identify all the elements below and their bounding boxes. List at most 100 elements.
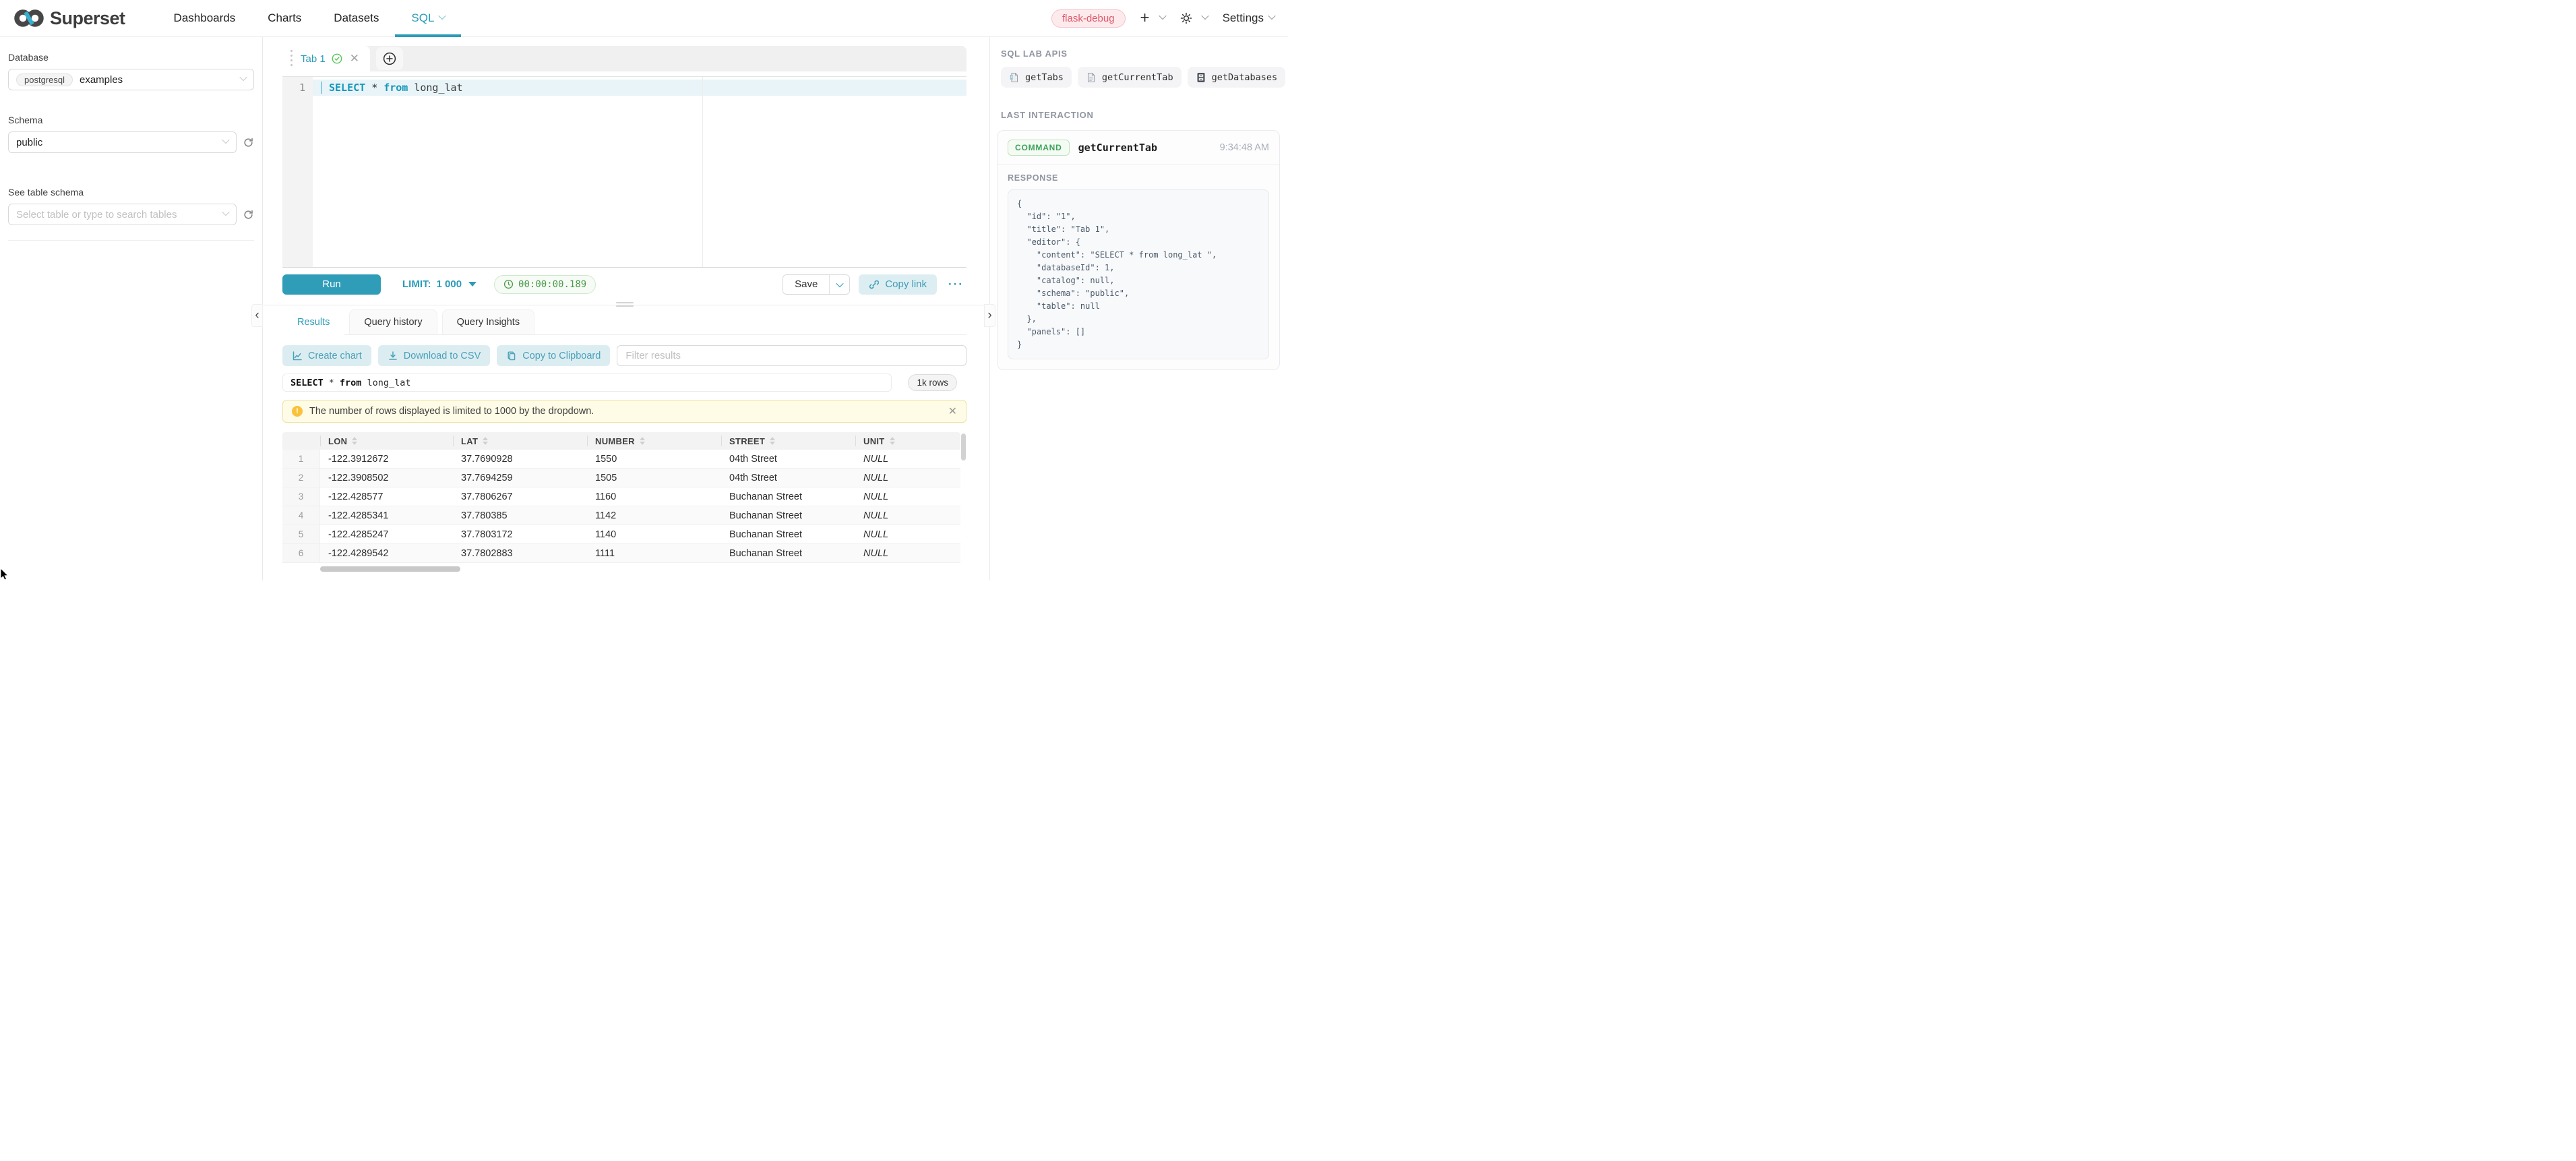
download-csv-button[interactable]: Download to CSV xyxy=(378,345,490,366)
table-cell: NULL xyxy=(855,487,955,506)
sort-icon[interactable] xyxy=(640,437,645,445)
editor-gutter xyxy=(282,77,313,267)
collapse-sidebar-button[interactable]: ‹ xyxy=(251,304,263,327)
text-cursor xyxy=(321,82,322,94)
refresh-icon xyxy=(243,137,254,148)
table-select-placeholder: Select table or type to search tables xyxy=(16,209,177,220)
vertical-scrollbar[interactable] xyxy=(961,434,966,460)
sql-lab-sidebar: Database postgresql examples Schema publ… xyxy=(0,37,263,580)
check-circle-icon xyxy=(332,53,342,64)
row-number: 2 xyxy=(282,469,320,487)
main-nav: Dashboards Charts Datasets SQL xyxy=(158,0,462,37)
caret-down-icon xyxy=(468,282,477,287)
get-databases-button[interactable]: getDatabases xyxy=(1188,67,1286,88)
nav-charts[interactable]: Charts xyxy=(251,0,317,37)
database-select[interactable]: postgresql examples xyxy=(8,69,254,90)
settings-menu[interactable]: Settings xyxy=(1223,11,1275,25)
chevron-down-icon xyxy=(222,136,229,144)
row-number: 1 xyxy=(282,450,320,468)
editor-toolbar: Run LIMIT: 1 000 00:00:00.189 Save xyxy=(282,268,967,301)
theme-toggle-button[interactable] xyxy=(1180,12,1208,24)
copy-link-button[interactable]: Copy link xyxy=(859,274,937,295)
table-schema-label: See table schema xyxy=(8,187,254,198)
tab-query-history[interactable]: Query history xyxy=(349,309,437,334)
column-header-lon[interactable]: LON xyxy=(320,432,453,450)
nav-datasets[interactable]: Datasets xyxy=(317,0,395,37)
column-header-lat[interactable]: LAT xyxy=(453,432,587,450)
chevron-down-icon xyxy=(222,208,229,216)
mouse-cursor xyxy=(0,568,9,580)
row-number: 3 xyxy=(282,487,320,506)
table-row: 4-122.428534137.7803851142Buchanan Stree… xyxy=(282,506,960,525)
response-code-box: { "id": "1", "title": "Tab 1", "editor":… xyxy=(1008,189,1269,359)
card-file-box-icon xyxy=(1196,72,1206,83)
column-header-number[interactable]: NUMBER xyxy=(587,432,721,450)
get-current-tab-button[interactable]: getCurrentTab xyxy=(1078,67,1182,88)
sql-code-editor[interactable]: 1 SELECT*fromlong_lat xyxy=(282,76,967,268)
line-number: 1 xyxy=(282,80,313,96)
results-table: LON LAT NUMBER STREET UNIT 1-122.3912672… xyxy=(282,432,960,563)
editor-tab-1[interactable]: Tab 1 ✕ xyxy=(282,46,370,71)
run-button[interactable]: Run xyxy=(282,274,381,295)
limit-dropdown[interactable]: LIMIT: 1 000 xyxy=(402,278,477,290)
pane-splitter[interactable] xyxy=(282,301,967,309)
sort-icon[interactable] xyxy=(890,437,895,445)
refresh-schemas-button[interactable] xyxy=(243,137,254,148)
splitter-grip-icon[interactable] xyxy=(616,302,634,309)
environment-badge: flask-debug xyxy=(1051,9,1126,28)
new-tab-button[interactable] xyxy=(376,47,403,70)
row-number: 5 xyxy=(282,525,320,543)
last-interaction-card: COMMAND getCurrentTab 9:34:48 AM RESPONS… xyxy=(997,130,1280,370)
row-limit-warning: ! The number of rows displayed is limite… xyxy=(282,400,967,423)
table-cell: 1160 xyxy=(587,487,721,506)
warning-text: The number of rows displayed is limited … xyxy=(309,406,594,417)
table-cell: 1142 xyxy=(587,506,721,525)
table-row: 1-122.391267237.7690928155004th StreetNU… xyxy=(282,450,960,469)
save-button[interactable]: Save xyxy=(783,275,829,294)
sort-icon[interactable] xyxy=(770,437,775,445)
column-header-street[interactable]: STREET xyxy=(721,432,855,450)
superset-logo[interactable]: Superset xyxy=(13,7,125,29)
chevron-down-icon xyxy=(439,12,446,20)
expand-api-panel-button[interactable]: › xyxy=(984,304,995,327)
row-number-header xyxy=(282,432,320,450)
close-tab-icon[interactable]: ✕ xyxy=(350,52,359,65)
sort-icon[interactable] xyxy=(483,437,488,445)
table-cell: NULL xyxy=(855,525,955,543)
content: Database postgresql examples Schema publ… xyxy=(0,37,1288,580)
copy-to-clipboard-button[interactable]: Copy to Clipboard xyxy=(497,345,610,366)
get-tabs-button[interactable]: getTabs xyxy=(1001,67,1072,88)
superset-infinity-icon xyxy=(13,7,44,29)
save-options-button[interactable] xyxy=(829,275,849,294)
sidebar-divider xyxy=(8,240,254,241)
drag-handle-icon[interactable] xyxy=(290,55,293,57)
command-name: getCurrentTab xyxy=(1078,142,1157,154)
refresh-tables-button[interactable] xyxy=(243,209,254,220)
sort-icon[interactable] xyxy=(352,437,357,445)
create-chart-button[interactable]: Create chart xyxy=(282,345,371,366)
print-margin-line xyxy=(702,77,703,267)
tab-results[interactable]: Results xyxy=(282,309,344,335)
nav-sql[interactable]: SQL xyxy=(395,0,461,37)
more-actions-button[interactable]: ··· xyxy=(946,278,967,291)
database-engine-tag: postgresql xyxy=(16,73,73,86)
table-select[interactable]: Select table or type to search tables xyxy=(8,204,237,225)
table-cell: Buchanan Street xyxy=(721,525,855,543)
document-icon xyxy=(1086,72,1097,83)
schema-select[interactable]: public xyxy=(8,131,237,153)
horizontal-scrollbar[interactable] xyxy=(320,566,460,572)
sql-query-line: SELECT*fromlong_lat xyxy=(321,80,463,96)
download-icon xyxy=(388,351,398,361)
api-panel-title: SQL LAB APIS xyxy=(1001,49,1279,59)
tab-query-insights[interactable]: Query Insights xyxy=(442,309,535,334)
new-item-button[interactable]: + xyxy=(1140,10,1165,26)
close-warning-icon[interactable]: ✕ xyxy=(948,405,957,418)
chart-icon xyxy=(292,351,303,361)
api-buttons: getTabs getCurrentTab xyxy=(1001,67,1279,88)
column-header-unit[interactable]: UNIT xyxy=(855,432,955,450)
filter-results-input[interactable] xyxy=(617,345,967,366)
navbar: Superset Dashboards Charts Datasets SQL … xyxy=(0,0,1288,37)
chevron-down-icon xyxy=(836,279,843,287)
table-cell: 37.7803172 xyxy=(453,525,587,543)
nav-dashboards[interactable]: Dashboards xyxy=(158,0,252,37)
